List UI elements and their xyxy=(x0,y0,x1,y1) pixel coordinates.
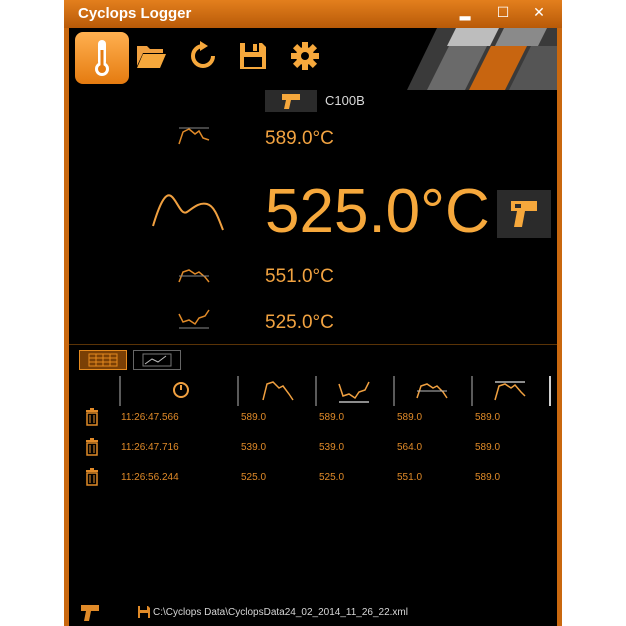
min-column-icon[interactable] xyxy=(337,374,373,406)
cell-average: 589.0 xyxy=(397,412,423,423)
cell-average: 551.0 xyxy=(397,472,423,483)
app-window: Cyclops Logger ▂ ☐ ✕ C100B 589.0°C 525.0… xyxy=(64,0,562,626)
time-column-icon[interactable] xyxy=(171,374,191,406)
average-trend-icon xyxy=(178,269,210,283)
file-path: C:\Cyclops Data\CyclopsData24_02_2014_11… xyxy=(153,607,408,618)
open-file-button[interactable] xyxy=(133,38,169,74)
trash-icon[interactable] xyxy=(85,408,99,426)
device-button[interactable] xyxy=(265,90,317,112)
current-reading: 525.0°C xyxy=(265,177,490,246)
current-column-icon[interactable] xyxy=(261,374,295,406)
column-separator xyxy=(315,376,317,406)
cell-current: 539.0 xyxy=(241,442,267,453)
cell-time: 11:26:47.566 xyxy=(121,412,179,423)
cell-current: 589.0 xyxy=(241,412,267,423)
table-row: 11:26:56.244 525.0 525.0 551.0 589.0 xyxy=(69,468,557,488)
refresh-icon xyxy=(191,41,215,68)
refresh-button[interactable] xyxy=(185,38,221,74)
average-reading: 551.0°C xyxy=(265,266,334,287)
thermometer-icon xyxy=(95,40,109,76)
table-row: 11:26:47.566 589.0 589.0 589.0 589.0 xyxy=(69,408,557,428)
trash-icon[interactable] xyxy=(85,438,99,456)
max-column-icon[interactable] xyxy=(493,374,529,406)
status-bar: C:\Cyclops Data\CyclopsData24_02_2014_11… xyxy=(69,600,557,626)
gear-icon xyxy=(291,42,319,70)
table-grid-icon xyxy=(88,353,118,367)
settings-button[interactable] xyxy=(287,38,323,74)
table-view-tab[interactable] xyxy=(79,350,127,370)
device-name: C100B xyxy=(325,93,365,108)
save-icon xyxy=(240,43,266,69)
column-separator xyxy=(237,376,239,406)
cell-time: 11:26:56.244 xyxy=(121,472,179,483)
close-button[interactable]: ✕ xyxy=(528,4,550,22)
cell-current: 525.0 xyxy=(241,472,267,483)
folder-open-icon xyxy=(137,46,166,68)
max-reading: 589.0°C xyxy=(265,128,334,149)
current-trend-icon xyxy=(152,194,224,231)
toolbar-decoration xyxy=(407,28,557,90)
column-separator xyxy=(471,376,473,406)
temperature-view-button[interactable] xyxy=(75,32,129,84)
save-file-icon xyxy=(138,606,150,618)
min-reading: 525.0°C xyxy=(265,312,334,333)
cell-min: 589.0 xyxy=(475,472,501,483)
save-button[interactable] xyxy=(235,38,271,74)
table-row: 11:26:47.716 539.0 539.0 564.0 589.0 xyxy=(69,438,557,458)
trigger-button[interactable] xyxy=(497,190,551,238)
trash-icon[interactable] xyxy=(85,468,99,486)
max-trend-icon xyxy=(178,127,210,145)
min-trend-icon xyxy=(178,309,210,329)
window-title: Cyclops Logger xyxy=(78,5,192,22)
cell-time: 11:26:47.716 xyxy=(121,442,179,453)
line-chart-icon xyxy=(142,353,172,367)
main-panel: C100B 589.0°C 525.0°C 551.0°C 525.0°C 11… xyxy=(69,28,557,600)
minimize-button[interactable]: ▂ xyxy=(454,4,476,22)
cell-average: 564.0 xyxy=(397,442,423,453)
chart-view-tab[interactable] xyxy=(133,350,181,370)
section-divider xyxy=(69,344,557,345)
maximize-button[interactable]: ☐ xyxy=(492,4,514,22)
average-column-icon[interactable] xyxy=(415,374,451,406)
cell-min: 589.0 xyxy=(475,442,501,453)
column-separator xyxy=(119,376,121,406)
column-separator xyxy=(393,376,395,406)
cell-max: 589.0 xyxy=(319,412,345,423)
column-separator xyxy=(549,376,551,406)
pyrometer-icon xyxy=(282,94,300,109)
pyrometer-trigger-icon xyxy=(511,201,537,227)
pyrometer-status-icon xyxy=(81,605,99,621)
cell-max: 539.0 xyxy=(319,442,345,453)
title-bar[interactable]: Cyclops Logger ▂ ☐ ✕ xyxy=(64,0,562,28)
cell-min: 589.0 xyxy=(475,412,501,423)
cell-max: 525.0 xyxy=(319,472,345,483)
